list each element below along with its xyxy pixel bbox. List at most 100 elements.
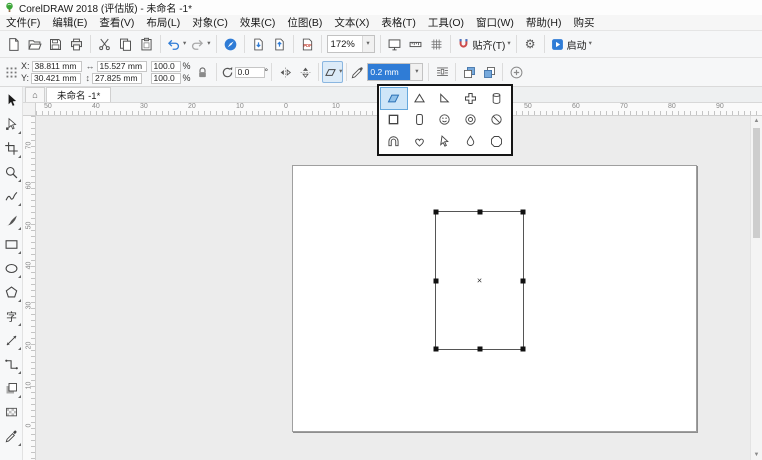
import-button[interactable] [248, 33, 269, 55]
to-back-button[interactable] [479, 61, 499, 83]
undo-button[interactable]: ▾ [164, 33, 188, 55]
text-tool[interactable]: 字 [1, 304, 22, 328]
menu-item[interactable]: 窗口(W) [470, 15, 520, 30]
connector-tool[interactable] [1, 352, 22, 376]
outline-width-field[interactable] [368, 64, 410, 80]
copy-button[interactable] [115, 33, 136, 55]
selection-handle[interactable] [477, 347, 482, 352]
show-rulers-button[interactable] [405, 33, 426, 55]
export-button[interactable] [269, 33, 290, 55]
outline-width-combo[interactable]: ▾ [367, 63, 423, 81]
menu-item[interactable]: 文本(X) [328, 15, 375, 30]
selection-handle[interactable] [434, 278, 439, 283]
shape-frame[interactable] [381, 109, 407, 130]
menu-item[interactable]: 表格(T) [375, 15, 421, 30]
launch-button[interactable]: 启动 ▾ [548, 33, 594, 55]
artistic-media-tool[interactable] [1, 208, 22, 232]
selection-handle[interactable] [521, 278, 526, 283]
selection[interactable]: × [435, 211, 524, 350]
publish-pdf-button[interactable]: PDF [297, 33, 318, 55]
parallel-dimension-tool[interactable] [1, 328, 22, 352]
freehand-tool[interactable] [1, 184, 22, 208]
pick-tool[interactable] [1, 88, 22, 112]
app-launcher-button[interactable] [220, 33, 241, 55]
to-front-button[interactable] [459, 61, 479, 83]
zoom-tool[interactable] [1, 160, 22, 184]
menu-item[interactable]: 效果(C) [234, 15, 282, 30]
x-position-field[interactable] [32, 61, 82, 72]
selection-handle[interactable] [521, 347, 526, 352]
shape-tool[interactable] [1, 112, 22, 136]
menu-item[interactable]: 对象(C) [186, 15, 234, 30]
wrap-text-button[interactable] [432, 61, 452, 83]
shape-ring[interactable] [458, 109, 484, 130]
shape-cylinder[interactable] [483, 88, 509, 109]
menu-item[interactable]: 工具(O) [422, 15, 470, 30]
selection-handle[interactable] [434, 347, 439, 352]
scale-x-field[interactable] [151, 61, 181, 72]
shape-parallelogram[interactable] [381, 88, 407, 109]
shape-triangle[interactable] [407, 88, 433, 109]
ellipse-tool[interactable] [1, 256, 22, 280]
drop-shadow-tool[interactable] [1, 376, 22, 400]
chevron-down-icon[interactable]: ▾ [183, 41, 186, 48]
scrollbar-thumb[interactable] [753, 128, 760, 238]
vertical-ruler[interactable]: 70605040302010010 [23, 116, 36, 460]
outline-width-dropdown-button[interactable]: ▾ [410, 64, 422, 80]
menu-item[interactable]: 帮助(H) [520, 15, 568, 30]
chevron-down-icon[interactable]: ▾ [207, 41, 210, 48]
document-tab[interactable]: 未命名 -1* [46, 87, 111, 102]
print-button[interactable] [66, 33, 87, 55]
menu-item[interactable]: 购买 [568, 15, 601, 30]
rotation-field[interactable] [235, 67, 265, 78]
object-height-field[interactable] [92, 73, 142, 84]
menu-item[interactable]: 位图(B) [281, 15, 328, 30]
selection-handle[interactable] [477, 210, 482, 215]
options-button[interactable]: ⚙ [520, 33, 541, 55]
quick-customize-button[interactable] [506, 61, 526, 83]
object-width-field[interactable] [97, 61, 147, 72]
lock-ratio-button[interactable] [193, 61, 213, 83]
mirror-vertical-button[interactable] [295, 61, 315, 83]
shape-prohibition[interactable] [483, 109, 509, 130]
fullscreen-preview-button[interactable] [384, 33, 405, 55]
menu-item[interactable]: 文件(F) [0, 15, 46, 30]
perfect-shape-picker-button[interactable]: ▾ [322, 61, 343, 83]
snap-to-button[interactable]: 贴齐(T) ▾ [454, 33, 513, 55]
transparency-tool[interactable] [1, 400, 22, 424]
menu-item[interactable]: 查看(V) [93, 15, 140, 30]
menu-item[interactable]: 布局(L) [140, 15, 186, 30]
scale-y-field[interactable] [151, 73, 181, 84]
menu-item[interactable]: 编辑(E) [46, 15, 93, 30]
welcome-tab[interactable]: ⌂ [25, 87, 45, 102]
shape-smiley[interactable] [432, 109, 458, 130]
rectangle-tool[interactable] [1, 232, 22, 256]
paste-button[interactable] [136, 33, 157, 55]
cut-button[interactable] [94, 33, 115, 55]
shape-right-triangle[interactable] [432, 88, 458, 109]
open-button[interactable] [24, 33, 45, 55]
zoom-level-combo[interactable]: 172% ▾ [327, 35, 375, 53]
shape-arch[interactable] [381, 131, 407, 152]
save-button[interactable] [45, 33, 66, 55]
mirror-horizontal-button[interactable] [275, 61, 295, 83]
canvas[interactable]: × [36, 116, 750, 460]
scroll-up-icon[interactable]: ▲ [754, 118, 760, 124]
crop-tool[interactable] [1, 136, 22, 160]
shape-arrow-pointer[interactable] [432, 131, 458, 152]
selection-handle[interactable] [521, 210, 526, 215]
new-document-button[interactable] [3, 33, 24, 55]
selection-handle[interactable] [434, 210, 439, 215]
shape-octagon[interactable] [483, 131, 509, 152]
polygon-tool[interactable] [1, 280, 22, 304]
y-position-field[interactable] [31, 73, 81, 84]
shape-heart[interactable] [407, 131, 433, 152]
shape-rounded-rectangle[interactable] [407, 109, 433, 130]
color-eyedropper-tool[interactable] [1, 424, 22, 448]
zoom-dropdown-button[interactable]: ▾ [362, 36, 374, 52]
shape-teardrop[interactable] [458, 131, 484, 152]
shape-cross[interactable] [458, 88, 484, 109]
show-grid-button[interactable] [426, 33, 447, 55]
vertical-scrollbar[interactable]: ▲ ▼ [750, 116, 762, 460]
redo-button[interactable]: ▾ [188, 33, 212, 55]
